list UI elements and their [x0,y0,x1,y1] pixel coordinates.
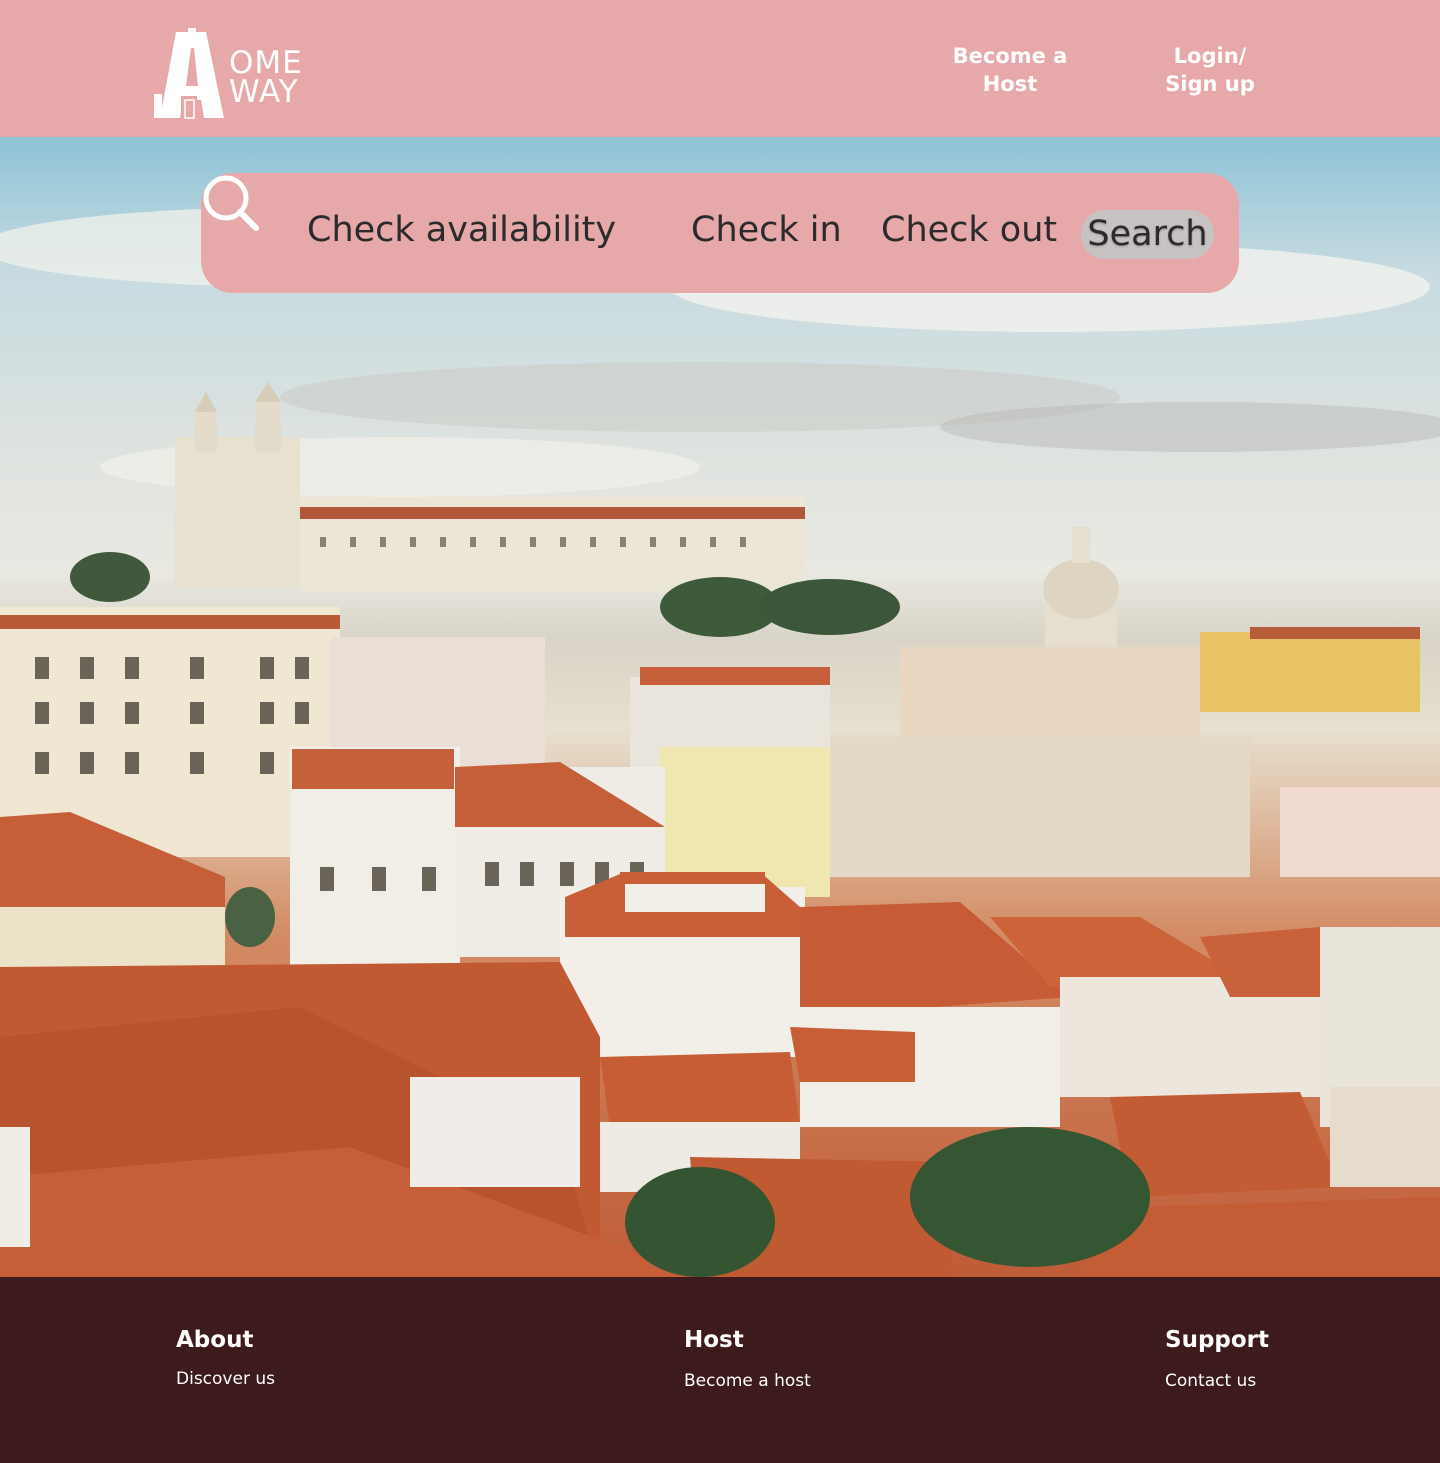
site-footer: About Discover us Host Become a host Sup… [0,1277,1440,1463]
footer-about-heading: About [176,1327,254,1353]
homeaway-logo[interactable]: OME WAY [152,26,312,120]
search-bar: Check availability Check in Check out Se… [201,173,1239,293]
footer-about-column: About Discover us [176,1325,275,1391]
house-logo-icon [154,28,224,119]
top-header: OME WAY Become a Host Login/ Sign up [0,0,1440,137]
become-host-link[interactable]: Become a Host [940,42,1080,98]
search-icon[interactable] [201,173,261,233]
search-button[interactable]: Search [1081,210,1214,259]
footer-host-column: Host Become a host [684,1325,811,1393]
hero-city-photo: Check availability Check in Check out Se… [0,137,1440,1277]
check-in-field[interactable]: Check in [691,207,842,253]
contact-us-link[interactable]: Contact us [1165,1369,1269,1393]
become-a-host-link[interactable]: Become a host [684,1369,811,1393]
check-out-field[interactable]: Check out [881,207,1057,253]
discover-us-link[interactable]: Discover us [176,1367,275,1391]
logo-text-line2: WAY [229,74,299,110]
login-signup-link[interactable]: Login/ Sign up [1150,42,1270,98]
footer-support-heading: Support [1165,1327,1270,1353]
footer-support-column: Support Contact us [1165,1325,1269,1393]
footer-host-heading: Host [684,1327,744,1353]
check-availability-field[interactable]: Check availability [307,207,616,253]
city-rooftops-illustration [0,207,1440,1277]
